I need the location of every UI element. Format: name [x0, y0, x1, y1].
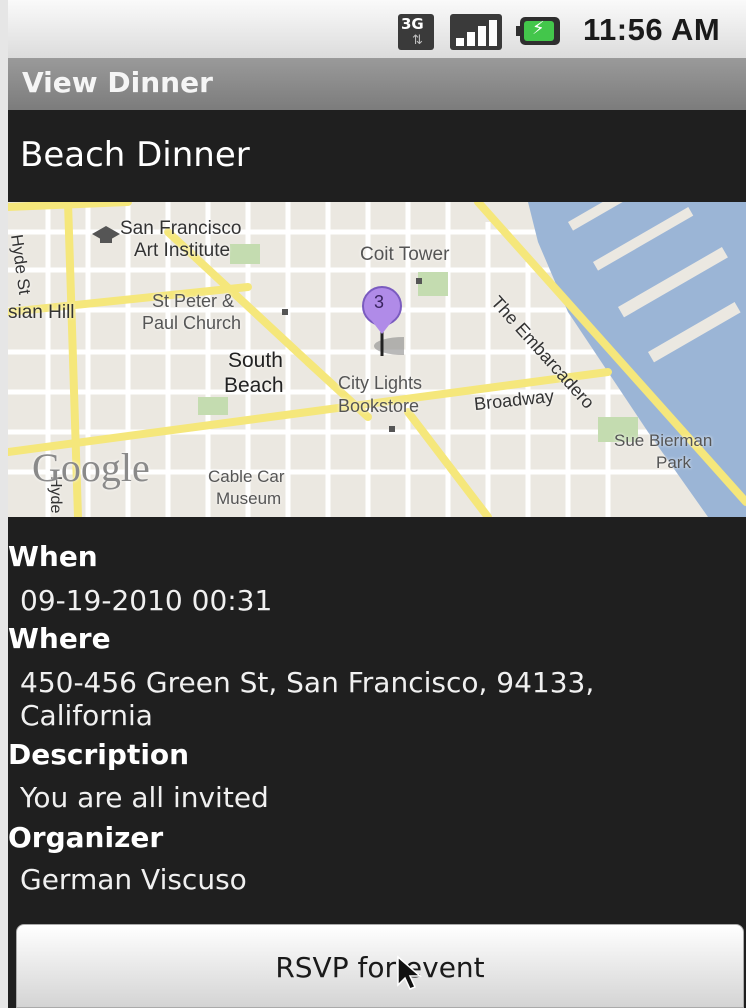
where-label: Where [8, 622, 111, 655]
map-marker-label: 3 [374, 292, 385, 312]
description-value: You are all invited [20, 781, 269, 814]
google-logo: Google [32, 445, 150, 490]
signal-bars-icon [450, 14, 502, 50]
app-screen: 3G ⇅ ⚡ 11:56 AM View Dinner Beach Dinner [0, 0, 746, 1008]
map-label-south-beach: South Beach [224, 349, 284, 397]
map-marker-pin[interactable]: 3 [360, 286, 404, 358]
mouse-pointer-icon [397, 955, 422, 990]
map-label-coit-tower: Coit Tower [360, 244, 450, 265]
map-label-city-lights: City Lights Bookstore [338, 373, 423, 416]
organizer-label: Organizer [8, 821, 164, 854]
rsvp-button-label: RSVP for event [275, 951, 485, 984]
data-activity-icon: ⇅ [412, 33, 423, 48]
battery-icon: ⚡ [516, 17, 560, 45]
when-value: 09-19-2010 00:31 [20, 584, 273, 617]
title-bar: View Dinner [8, 58, 746, 110]
rsvp-button[interactable]: RSVP for event [16, 924, 744, 1008]
app-title: View Dinner [22, 66, 213, 99]
charging-bolt-icon: ⚡ [532, 18, 545, 39]
signal-3g-icon: 3G ⇅ [398, 14, 434, 50]
organizer-value: German Viscuso [20, 863, 247, 896]
dinner-title: Beach Dinner [20, 135, 250, 175]
map-label-art-institute: San Francisco Art Institute [120, 218, 242, 261]
map-label-cable-car: Cable Car Museum [208, 467, 285, 508]
status-time: 11:56 AM [583, 12, 721, 47]
network-type-label: 3G [401, 15, 424, 33]
when-label: When [8, 540, 98, 573]
map-label-hyde-st: Hyde St [8, 233, 35, 296]
where-value: 450-456 Green St, San Francisco, 94133, … [20, 666, 595, 732]
map-label-st-peter-paul: St Peter & Paul Church [142, 291, 242, 333]
map-view[interactable]: San Francisco Art Institute Coit Tower T… [8, 202, 746, 517]
map-label-russian-hill: sian Hill [8, 302, 75, 323]
description-label: Description [8, 738, 190, 771]
window-edge [0, 0, 8, 1008]
map-label-sue-bierman: Sue Bierman Park [614, 431, 713, 472]
status-bar: 3G ⇅ ⚡ 11:56 AM [8, 0, 746, 58]
